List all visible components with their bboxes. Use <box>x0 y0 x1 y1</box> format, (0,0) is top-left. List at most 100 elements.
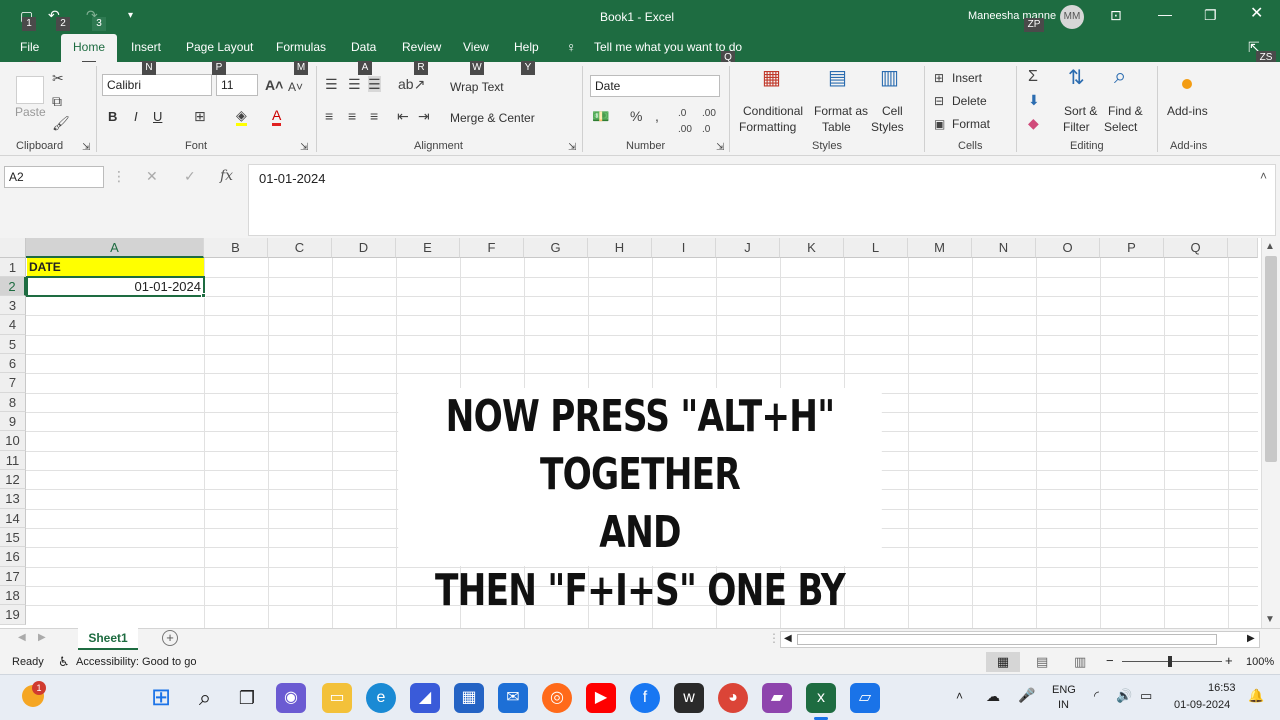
percent-icon[interactable]: % <box>630 108 642 124</box>
tab-file[interactable]: File <box>20 40 39 54</box>
align-left-icon[interactable]: ≡ <box>325 108 333 124</box>
language-line2[interactable]: IN <box>1058 699 1069 711</box>
find-select-label-1[interactable]: Find & <box>1108 104 1143 118</box>
row-header[interactable]: 10 <box>0 431 26 451</box>
row-header[interactable]: 12 <box>0 470 26 489</box>
fill-color-icon[interactable]: ◈ <box>236 107 247 126</box>
column-header[interactable]: I <box>652 238 716 258</box>
decrease-decimal-icon[interactable]: .00.0 <box>702 106 716 138</box>
next-sheet-icon[interactable]: ▶ <box>38 632 46 643</box>
format-as-table-label-1[interactable]: Format as <box>814 104 868 118</box>
column-header[interactable]: C <box>268 238 332 258</box>
row-header[interactable]: 8 <box>0 393 26 412</box>
conditional-formatting-icon[interactable]: ▦ <box>762 68 781 88</box>
bold-button[interactable]: B <box>108 109 117 124</box>
clear-icon[interactable]: ◆ <box>1028 115 1039 131</box>
column-header[interactable]: A <box>26 238 204 258</box>
tab-help[interactable]: Help <box>514 40 539 54</box>
column-header[interactable]: M <box>908 238 972 258</box>
store-icon[interactable]: ▦ <box>454 683 484 713</box>
restore-icon[interactable]: ❐ <box>1204 7 1217 23</box>
accessibility-icon[interactable]: ♿ <box>58 654 70 670</box>
column-header[interactable]: O <box>1036 238 1100 258</box>
conditional-formatting-label-2[interactable]: Formatting <box>739 120 796 134</box>
comma-style-icon[interactable]: , <box>655 108 659 124</box>
conditional-formatting-label-1[interactable]: Conditional <box>743 104 803 118</box>
prev-sheet-icon[interactable]: ◀ <box>18 632 26 643</box>
row-header[interactable]: 11 <box>0 451 26 470</box>
align-center-icon[interactable]: ≡ <box>348 108 356 124</box>
middle-align-icon[interactable]: ☰ <box>348 76 361 92</box>
avatar[interactable]: MM <box>1060 5 1084 29</box>
delete-cells-button[interactable]: Delete <box>952 94 987 108</box>
find-select-label-2[interactable]: Select <box>1104 120 1137 134</box>
tab-formulas[interactable]: Formulas <box>276 40 326 54</box>
column-header[interactable]: Q <box>1164 238 1228 258</box>
column-header-partial[interactable] <box>1228 238 1258 258</box>
accessibility-status[interactable]: Accessibility: Good to go <box>76 656 196 668</box>
microphone-icon[interactable]: 🎤 <box>1018 687 1035 704</box>
scroll-up-icon[interactable]: ▲ <box>1265 241 1275 252</box>
volume-icon[interactable]: 🔊 <box>1116 688 1132 704</box>
scroll-right-icon[interactable]: ▶ <box>1247 633 1255 644</box>
row-header[interactable]: 6 <box>0 354 26 373</box>
clipchamp-icon[interactable]: ▰ <box>762 683 792 713</box>
column-header[interactable]: P <box>1100 238 1164 258</box>
language-line1[interactable]: ENG <box>1052 684 1076 696</box>
row-header[interactable]: 18 <box>0 586 26 605</box>
alignment-launcher-icon[interactable]: ⇲ <box>568 140 576 156</box>
bottom-align-icon[interactable]: ☰ <box>368 76 381 92</box>
excel-taskbar-icon[interactable]: x <box>806 683 836 713</box>
format-as-table-icon[interactable]: ▤ <box>828 68 847 88</box>
cell-styles-icon[interactable]: ▥ <box>880 68 899 88</box>
cell-styles-label-1[interactable]: Cell <box>882 104 903 118</box>
tab-page-layout[interactable]: Page Layout <box>186 40 253 54</box>
horizontal-scrollbar[interactable]: ◀ ▶ <box>780 631 1260 648</box>
row-header[interactable]: 17 <box>0 567 26 586</box>
tray-chevron-icon[interactable]: ˄ <box>956 689 963 703</box>
name-box[interactable]: A2 <box>4 166 104 188</box>
increase-indent-icon[interactable]: ⇥ <box>418 108 430 124</box>
column-header[interactable]: J <box>716 238 780 258</box>
sheet-tab-sheet1[interactable]: Sheet1 <box>78 628 138 650</box>
wrap-text-button[interactable]: Wrap Text <box>450 80 504 94</box>
mail-icon[interactable]: ✉ <box>498 683 528 713</box>
cell-a2[interactable]: 01-01-2024 <box>26 276 205 297</box>
format-painter-icon[interactable]: 🖌 <box>52 115 70 131</box>
row-header[interactable]: 14 <box>0 509 26 528</box>
edge-icon[interactable]: e <box>366 683 396 713</box>
zoom-slider[interactable] <box>1122 661 1222 662</box>
zoom-in-icon[interactable]: + <box>1225 653 1233 668</box>
facebook-icon[interactable]: f <box>630 683 660 713</box>
tab-insert[interactable]: Insert <box>131 40 161 54</box>
decrease-indent-icon[interactable]: ⇤ <box>397 108 409 124</box>
close-icon[interactable]: ✕ <box>1250 6 1263 22</box>
tell-me-search[interactable]: Tell me what you want to do <box>594 40 742 54</box>
increase-decimal-icon[interactable]: .0.00 <box>678 106 692 138</box>
row-header[interactable]: 13 <box>0 489 26 509</box>
search-icon[interactable]: ⌕ <box>190 683 220 713</box>
orientation-icon[interactable]: ab↗ <box>398 76 425 92</box>
file-explorer-icon[interactable]: ▭ <box>322 683 352 713</box>
column-header[interactable]: L <box>844 238 908 258</box>
insert-cells-icon[interactable]: ⊞ <box>934 70 944 86</box>
dev-app-icon[interactable]: ◢ <box>410 683 440 713</box>
onedrive-icon[interactable]: ☁ <box>986 688 1000 705</box>
grow-font-icon[interactable]: A˄ <box>265 77 283 93</box>
autosum-icon[interactable]: Σ <box>1028 69 1038 85</box>
clipboard-launcher-icon[interactable]: ⇲ <box>82 140 90 156</box>
row-header[interactable]: 5 <box>0 335 26 354</box>
copy-icon[interactable]: ⧉ <box>52 93 62 109</box>
column-header[interactable]: G <box>524 238 588 258</box>
chrome-icon[interactable]: ◕ <box>718 683 748 713</box>
scroll-down-icon[interactable]: ▼ <box>1265 614 1275 625</box>
zoom-level[interactable]: 100% <box>1246 656 1274 668</box>
column-header[interactable]: F <box>460 238 524 258</box>
column-header[interactable]: H <box>588 238 652 258</box>
task-view-icon[interactable]: ❐ <box>232 683 262 713</box>
insert-cells-button[interactable]: Insert <box>952 71 982 85</box>
customize-qat-icon[interactable]: ▾ <box>128 8 133 24</box>
vertical-scrollbar[interactable]: ▲ ▼ <box>1261 238 1280 628</box>
format-as-table-label-2[interactable]: Table <box>822 120 851 134</box>
merge-center-button[interactable]: Merge & Center <box>450 111 535 125</box>
